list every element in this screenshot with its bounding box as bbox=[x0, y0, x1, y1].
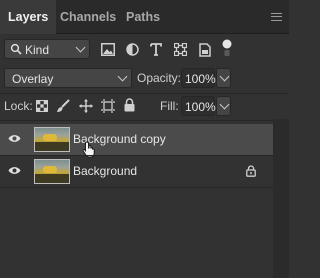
chevron-down-icon bbox=[117, 71, 128, 82]
opacity-dropdown-button[interactable] bbox=[216, 68, 231, 88]
blend-mode-value: Overlay bbox=[12, 72, 54, 86]
panel-tab-bar: Layers Channels Paths bbox=[0, 0, 289, 34]
chevron-down-icon bbox=[219, 71, 230, 82]
opacity-value: 100% bbox=[185, 72, 216, 86]
search-icon bbox=[10, 43, 22, 55]
layer-thumbnail bbox=[34, 159, 70, 184]
layer-row[interactable]: Background copy bbox=[0, 124, 273, 158]
chevron-down-icon bbox=[75, 42, 86, 53]
lock-row: Lock: Fill: 100% bbox=[0, 95, 289, 119]
opacity-input[interactable]: 100% bbox=[181, 68, 216, 88]
layers-panel: Layers Channels Paths Kind Overlay Opaci… bbox=[0, 0, 289, 278]
type-filter-icon[interactable] bbox=[150, 43, 162, 56]
lock-image-icon[interactable] bbox=[56, 99, 70, 113]
image-filter-icon[interactable] bbox=[101, 43, 115, 56]
filter-toggle-icon[interactable] bbox=[221, 38, 233, 58]
filter-row: Kind bbox=[0, 34, 289, 64]
lock-all-icon[interactable] bbox=[124, 98, 135, 112]
tab-channels[interactable]: Channels bbox=[60, 0, 116, 34]
layer-thumbnail bbox=[34, 127, 70, 152]
tab-layers[interactable]: Layers bbox=[0, 0, 57, 34]
visibility-eye-icon[interactable] bbox=[8, 166, 21, 175]
opacity-label: Opacity: bbox=[137, 71, 182, 85]
chevron-down-icon bbox=[219, 99, 230, 110]
layer-name[interactable]: Background bbox=[73, 156, 137, 187]
fill-value: 100% bbox=[185, 100, 216, 114]
divider bbox=[0, 120, 289, 121]
filter-kind-label: Kind bbox=[25, 43, 50, 57]
blend-row: Overlay Opacity: 100% bbox=[0, 66, 289, 92]
fill-label: Fill: bbox=[160, 99, 179, 113]
tab-paths[interactable]: Paths bbox=[126, 0, 160, 34]
filter-kind-select[interactable]: Kind bbox=[4, 39, 90, 59]
smart-object-filter-icon[interactable] bbox=[199, 43, 211, 57]
layer-lock-icon bbox=[246, 165, 256, 177]
lock-position-icon[interactable] bbox=[79, 99, 93, 113]
divider bbox=[0, 187, 273, 188]
lock-artboard-icon[interactable] bbox=[101, 99, 115, 113]
panel-menu-icon[interactable] bbox=[271, 13, 282, 21]
visibility-eye-icon[interactable] bbox=[8, 134, 21, 143]
lock-label: Lock: bbox=[4, 99, 33, 113]
shape-filter-icon[interactable] bbox=[174, 43, 187, 56]
fill-input[interactable]: 100% bbox=[181, 96, 216, 116]
blend-mode-select[interactable]: Overlay bbox=[4, 68, 132, 88]
lock-transparent-icon[interactable] bbox=[36, 100, 48, 112]
layer-row[interactable]: Background bbox=[0, 156, 273, 187]
layers-scrollbar[interactable] bbox=[273, 119, 289, 278]
divider bbox=[0, 93, 289, 94]
adjustment-filter-icon[interactable] bbox=[126, 43, 139, 56]
fill-dropdown-button[interactable] bbox=[216, 96, 231, 116]
